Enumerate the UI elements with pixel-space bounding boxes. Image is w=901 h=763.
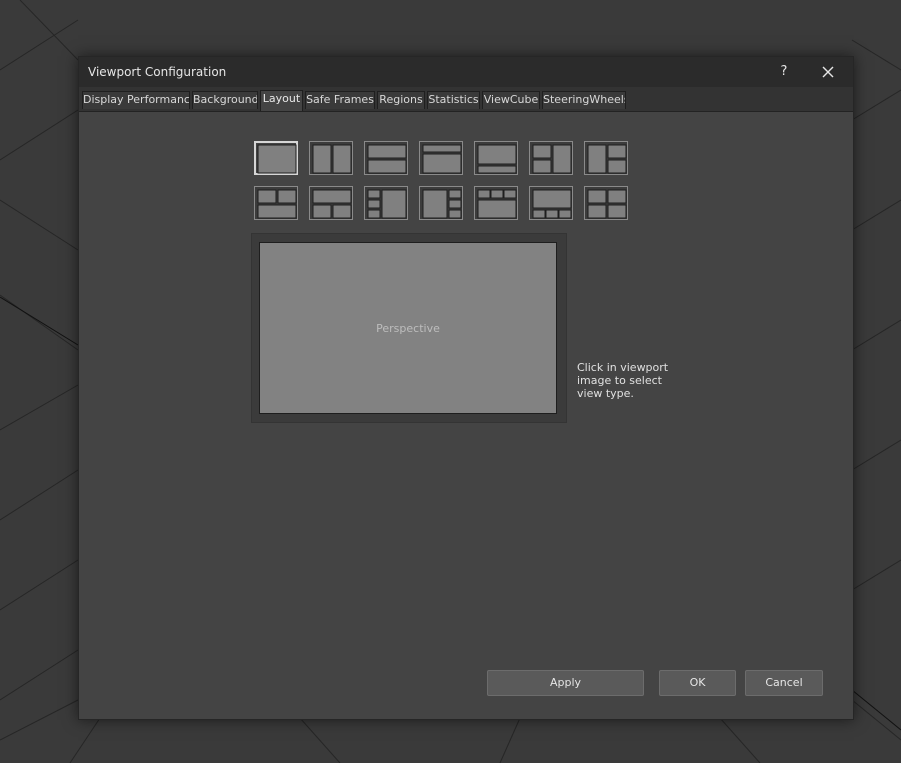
- viewport-configuration-dialog: Viewport Configuration ? Display Perform…: [78, 56, 854, 720]
- cancel-button[interactable]: Cancel: [745, 670, 823, 696]
- select-view-hint: Click in viewport image to select view t…: [577, 361, 669, 400]
- layout-option-two-horizontal[interactable]: [364, 141, 408, 175]
- tab-viewcube[interactable]: ViewCube: [482, 91, 540, 109]
- layout-option-one-top-three-bottom[interactable]: [529, 186, 573, 220]
- layout-option-one-left-two-right[interactable]: [584, 141, 628, 175]
- viewport-type-label: Perspective: [376, 322, 440, 335]
- help-button[interactable]: ?: [768, 60, 800, 84]
- tab-safe-frames[interactable]: Safe Frames: [305, 91, 375, 109]
- layout-option-two-left-one-right[interactable]: [529, 141, 573, 175]
- layout-option-four-quad[interactable]: [584, 186, 628, 220]
- layout-option-two-vertical[interactable]: [309, 141, 353, 175]
- tab-background[interactable]: Background: [192, 91, 258, 109]
- layout-option-three-left-one-right[interactable]: [364, 186, 408, 220]
- layout-option-large-top-small-bottom[interactable]: [474, 141, 518, 175]
- layout-option-one-left-three-right[interactable]: [419, 186, 463, 220]
- ok-button[interactable]: OK: [659, 670, 736, 696]
- close-button[interactable]: [812, 60, 844, 84]
- tab-statistics[interactable]: Statistics: [427, 91, 480, 109]
- layout-option-three-top-one-bottom[interactable]: [474, 186, 518, 220]
- layout-option-small-top-large-bottom[interactable]: [419, 141, 463, 175]
- layout-preview-panel: Perspective: [251, 233, 567, 423]
- tab-strip: Display Performance Background Layout Sa…: [79, 87, 853, 112]
- layout-option-two-top-one-bottom[interactable]: [254, 186, 298, 220]
- tab-layout[interactable]: Layout: [260, 90, 303, 111]
- layout-option-single[interactable]: [254, 141, 298, 175]
- dialog-title: Viewport Configuration: [88, 65, 227, 79]
- dialog-titlebar[interactable]: Viewport Configuration ?: [79, 57, 853, 87]
- close-icon: [822, 66, 834, 78]
- viewport-perspective[interactable]: Perspective: [259, 242, 557, 414]
- layout-option-one-top-two-bottom[interactable]: [309, 186, 353, 220]
- tab-regions[interactable]: Regions: [377, 91, 425, 109]
- apply-button[interactable]: Apply: [487, 670, 644, 696]
- tab-steeringwheels[interactable]: SteeringWheels: [542, 91, 626, 109]
- tab-display-performance[interactable]: Display Performance: [82, 91, 190, 109]
